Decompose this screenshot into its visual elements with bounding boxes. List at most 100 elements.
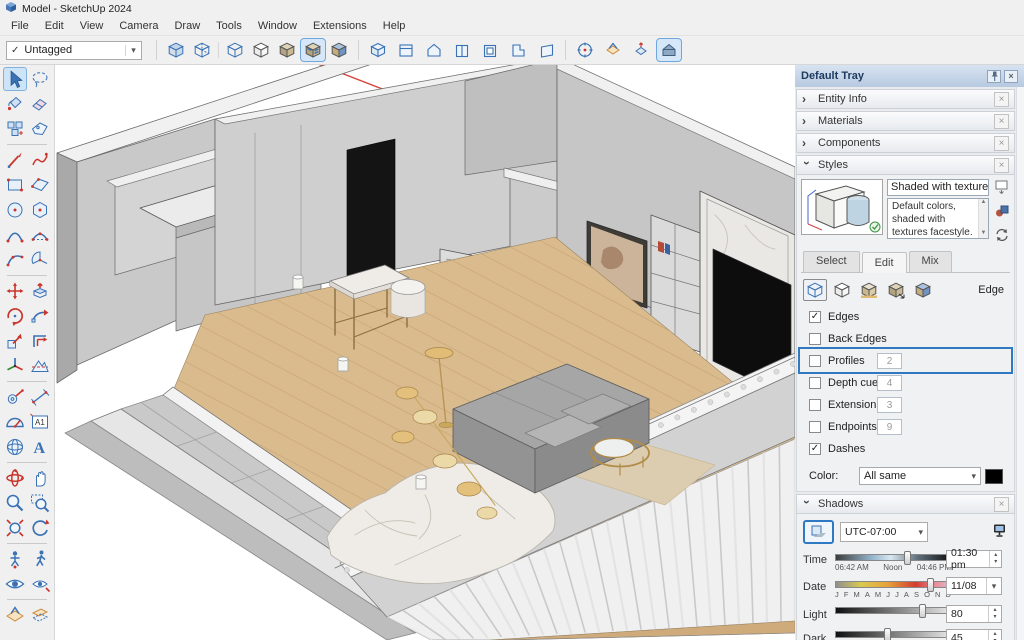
tab-edit[interactable]: Edit	[862, 252, 907, 273]
spinner-icon[interactable]: ▴▾	[988, 630, 1001, 640]
edge-settings-button[interactable]	[803, 279, 827, 301]
edge-color-swatch[interactable]	[985, 469, 1003, 484]
face-settings-button[interactable]	[830, 279, 854, 301]
tool-globe-button[interactable]	[3, 435, 27, 459]
view-top-button[interactable]	[393, 38, 419, 62]
watermark-settings-button[interactable]	[884, 279, 908, 301]
checkbox[interactable]	[809, 399, 821, 411]
menu-file[interactable]: File	[3, 18, 37, 34]
tool-previous-view-button[interactable]	[28, 516, 52, 540]
spinner-icon[interactable]: ▴▾	[988, 606, 1001, 622]
section-plane-button[interactable]	[572, 38, 598, 62]
section-header-materials[interactable]: › Materials ×	[796, 111, 1015, 131]
style-xray-button[interactable]	[163, 38, 189, 62]
close-icon[interactable]: ×	[994, 497, 1009, 512]
tool-zoom-photo-button[interactable]	[28, 572, 52, 596]
tool-orbit-button[interactable]	[3, 466, 27, 490]
dark-slider[interactable]	[835, 627, 951, 640]
tag-selector[interactable]: ✓ Untagged ▾	[6, 41, 142, 60]
dropdown-arrow-icon[interactable]: ▾	[986, 578, 1001, 594]
tool-section-display-button[interactable]	[28, 603, 52, 627]
spinner-icon[interactable]: ▴▾	[989, 551, 1001, 567]
style-monochrome-button[interactable]	[326, 38, 352, 62]
value-input[interactable]: 2	[877, 353, 902, 369]
display-section-planes-button[interactable]	[600, 38, 626, 62]
checkbox[interactable]: ✓	[809, 311, 821, 323]
create-style-icon[interactable]	[995, 204, 1009, 221]
tool-offset-button[interactable]	[28, 329, 52, 353]
scroll-down-icon[interactable]: ▼	[981, 230, 987, 238]
section-header-shadows[interactable]: › Shadows ×	[796, 494, 1015, 514]
style-hidden-line-button[interactable]	[248, 38, 274, 62]
tray-header[interactable]: Default Tray ×	[795, 65, 1024, 87]
close-icon[interactable]: ×	[994, 92, 1009, 107]
shadow-dialog-icon[interactable]	[993, 524, 1008, 541]
section-header-entity-info[interactable]: › Entity Info ×	[796, 89, 1015, 109]
tool-three-d-text-button[interactable]: A	[28, 435, 52, 459]
tray-pin-icon[interactable]	[987, 70, 1001, 83]
close-icon[interactable]: ×	[994, 158, 1009, 173]
close-icon[interactable]: ×	[994, 136, 1009, 151]
modeling-settings-button[interactable]	[911, 279, 935, 301]
menu-help[interactable]: Help	[375, 18, 414, 34]
tool-lasso-button[interactable]	[28, 67, 52, 91]
menu-draw[interactable]: Draw	[166, 18, 208, 34]
tool-freehand-button[interactable]	[28, 148, 52, 172]
tool-move-button[interactable]	[3, 279, 27, 303]
tool-axes-button[interactable]	[3, 354, 27, 378]
view-left-button[interactable]	[505, 38, 531, 62]
tool-protractor-button[interactable]	[3, 410, 27, 434]
tool-zoom-window-button[interactable]	[28, 491, 52, 515]
tray-close-icon[interactable]: ×	[1004, 70, 1018, 83]
tool-look-around-button[interactable]	[3, 572, 27, 596]
display-section-fill-button[interactable]	[656, 38, 682, 62]
checkbox[interactable]	[809, 377, 821, 389]
tool-paint-bucket-button[interactable]	[3, 92, 27, 116]
dark-value-box[interactable]: 45 ▴▾	[946, 629, 1002, 640]
section-header-styles[interactable]: › Styles ×	[796, 155, 1015, 175]
scroll-up-icon[interactable]: ▲	[981, 199, 987, 207]
view-iso-button[interactable]	[365, 38, 391, 62]
tool-follow-me-button[interactable]	[28, 304, 52, 328]
tool-pan-button[interactable]	[28, 466, 52, 490]
value-input[interactable]: 4	[877, 375, 902, 391]
tool-make-component-button[interactable]	[3, 117, 27, 141]
date-value-box[interactable]: 11/08 ▾	[946, 577, 1002, 595]
light-slider-handle[interactable]	[919, 604, 926, 618]
tool-zoom-extents-button[interactable]	[3, 516, 27, 540]
view-front-button[interactable]	[421, 38, 447, 62]
view-two-point-button[interactable]	[533, 38, 559, 62]
style-name-input[interactable]: Shaded with textures	[887, 179, 989, 196]
view-right-button[interactable]	[449, 38, 475, 62]
dark-slider-handle[interactable]	[884, 628, 891, 640]
light-value-box[interactable]: 80 ▴▾	[946, 605, 1002, 623]
tool-arc-button[interactable]	[3, 223, 27, 247]
view-back-button[interactable]	[477, 38, 503, 62]
checkbox[interactable]	[809, 333, 821, 345]
menu-edit[interactable]: Edit	[37, 18, 72, 34]
toggle-shadows-button[interactable]	[803, 520, 834, 544]
style-shaded-with-textures-button[interactable]	[300, 38, 326, 62]
tool-three-point-arc-button[interactable]	[3, 248, 27, 272]
menu-extensions[interactable]: Extensions	[305, 18, 375, 34]
tool-pie-button[interactable]	[28, 248, 52, 272]
edge-color-select[interactable]: All same ▾	[859, 467, 981, 485]
style-thumbnail[interactable]	[801, 179, 883, 235]
date-slider[interactable]: JFMAMJJASOND	[835, 577, 951, 601]
tool-rotate-button[interactable]	[3, 304, 27, 328]
tool-tape-measure-button[interactable]	[3, 385, 27, 409]
tab-mix[interactable]: Mix	[909, 251, 952, 272]
tray-scrollbar[interactable]	[1016, 87, 1024, 640]
value-input[interactable]: 3	[877, 397, 902, 413]
value-input[interactable]: 9	[877, 419, 902, 435]
tool-eraser-button[interactable]	[28, 92, 52, 116]
checkbox[interactable]	[809, 421, 821, 433]
menu-tools[interactable]: Tools	[208, 18, 250, 34]
style-description[interactable]: Default colors, shaded with textures fac…	[887, 198, 989, 239]
tool-zoom-button[interactable]	[3, 491, 27, 515]
tool-line-button[interactable]	[3, 148, 27, 172]
tool-rectangle-button[interactable]	[3, 173, 27, 197]
checkbox[interactable]: ✓	[809, 443, 821, 455]
menu-window[interactable]: Window	[250, 18, 305, 34]
tool-two-point-arc-button[interactable]	[28, 223, 52, 247]
